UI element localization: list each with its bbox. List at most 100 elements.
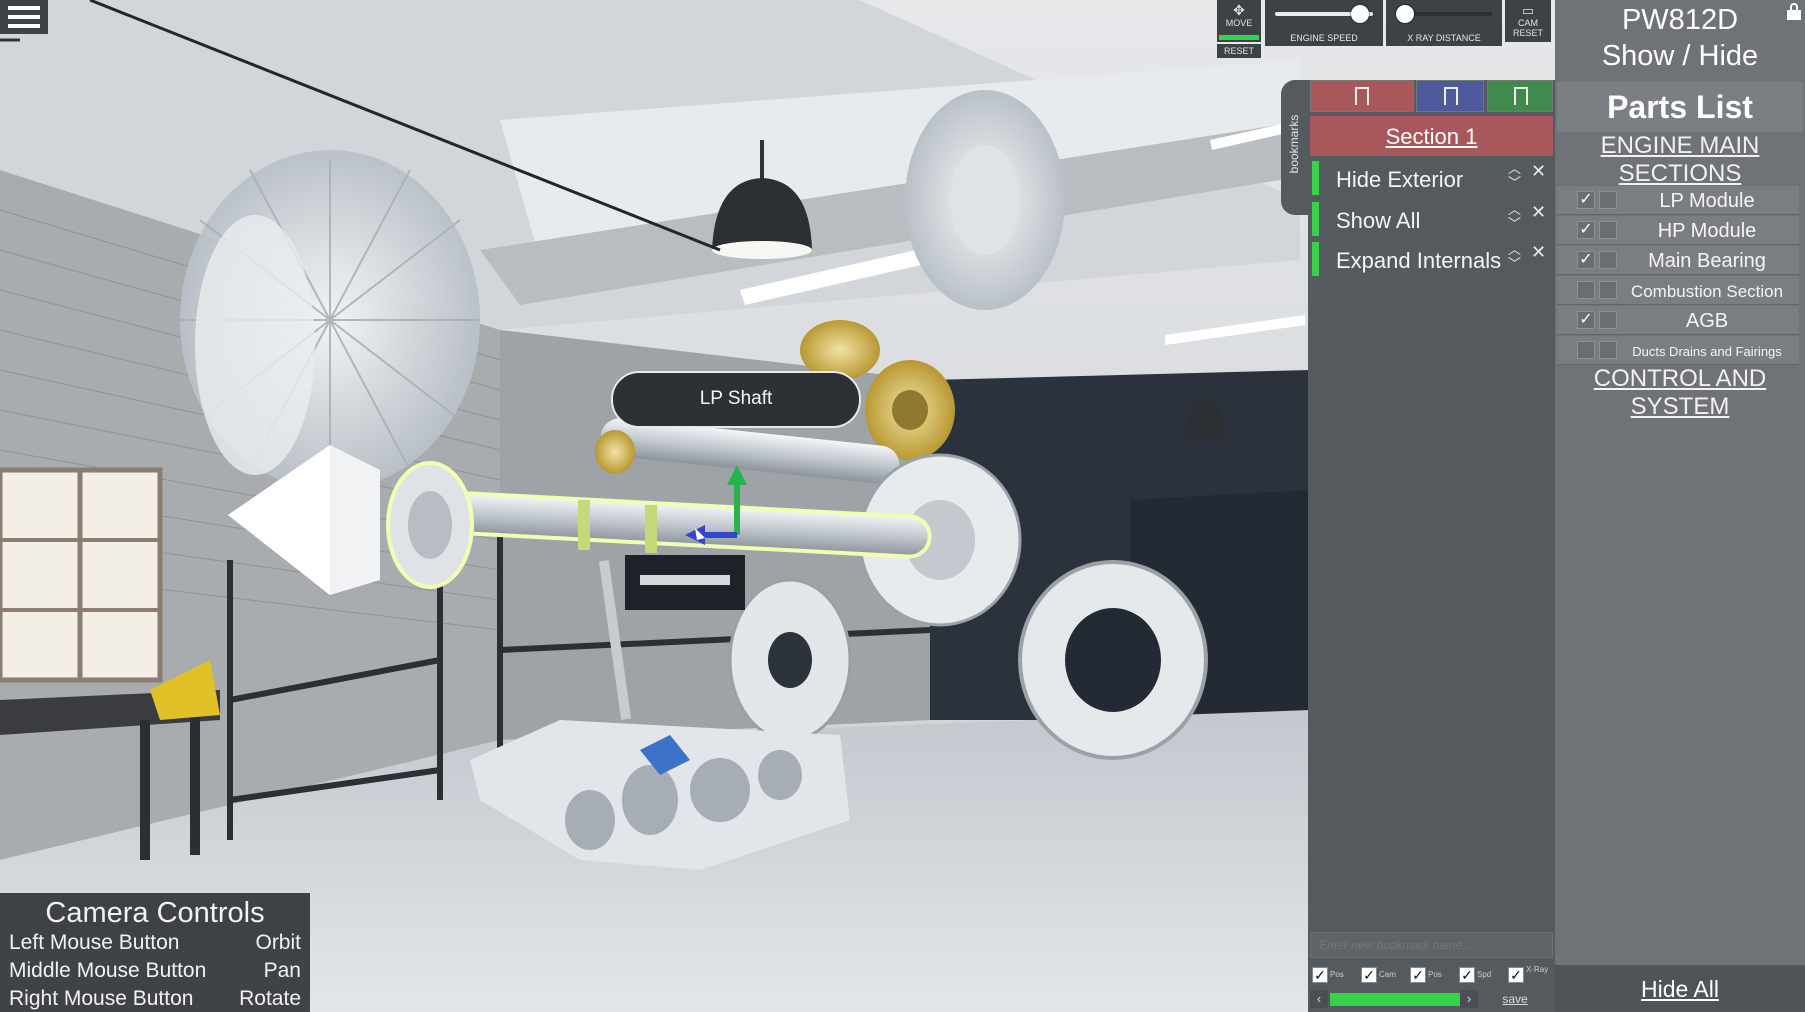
bookmark-prev-button[interactable]: ‹ xyxy=(1310,990,1328,1008)
option-cam-label: Cam xyxy=(1379,970,1396,979)
bookmark-item-label: Show All xyxy=(1336,208,1421,233)
camera-control-row: Right Mouse Button Rotate xyxy=(9,987,301,1011)
bookmark-item-indicator xyxy=(1312,161,1319,195)
bookmarks-side-label: bookmarks xyxy=(1287,114,1301,174)
reorder-arrows-icon[interactable]: ︿ ﹀ xyxy=(1508,203,1521,231)
camera-control-row: Left Mouse Button Orbit xyxy=(9,931,301,955)
camera-action-label: Pan xyxy=(263,959,301,982)
reorder-arrows-icon[interactable]: ︿ ﹀ xyxy=(1508,162,1521,190)
part-row[interactable]: Combustion Section xyxy=(1557,276,1799,305)
bookmark-next-button[interactable]: › xyxy=(1460,990,1478,1008)
move-active-bar xyxy=(1219,35,1259,40)
option-pos-checkbox[interactable]: ✓ xyxy=(1312,967,1328,983)
cam-reset-label: CAM RESET xyxy=(1512,18,1543,38)
option-pos2-checkbox[interactable]: ✓ xyxy=(1410,967,1426,983)
mouse-button-label: Left Mouse Button xyxy=(9,931,180,954)
move-label: MOVE xyxy=(1225,18,1253,28)
xray-distance-knob[interactable] xyxy=(1396,5,1414,23)
part-visible-checkbox[interactable]: ✓ xyxy=(1577,191,1595,209)
part-visible-checkbox[interactable] xyxy=(1577,341,1595,359)
parts-list-header: Parts List xyxy=(1557,82,1803,132)
parts-list-title: Parts List xyxy=(1607,89,1753,125)
bookmark-icon xyxy=(1444,87,1458,105)
camera-action-label: Orbit xyxy=(255,931,301,954)
engine-speed-knob[interactable] xyxy=(1351,5,1369,23)
model-name: PW812D xyxy=(1621,4,1739,36)
bookmark-item-label: Expand Internals xyxy=(1336,248,1502,273)
part-label: AGB xyxy=(1685,310,1729,332)
part-visible-checkbox[interactable]: ✓ xyxy=(1577,251,1595,269)
camera-controls-panel: Camera Controls Left Mouse Button Orbit … xyxy=(0,893,310,1012)
bookmark-icon xyxy=(1355,87,1369,105)
hide-all-bar: Hide All xyxy=(1555,965,1805,1012)
part-row[interactable]: ✓ HP Module xyxy=(1557,216,1799,245)
engine-speed-label: ENGINE SPEED xyxy=(1290,33,1358,43)
part-xray-checkbox[interactable] xyxy=(1599,251,1617,269)
move-button[interactable]: ✥ MOVE xyxy=(1217,0,1261,42)
option-pos2-label: Pos xyxy=(1428,970,1442,979)
bookmark-tab-blue[interactable] xyxy=(1416,80,1484,112)
bookmark-tab-green[interactable] xyxy=(1487,80,1553,112)
bookmark-icon xyxy=(1514,87,1528,105)
hamburger-icon xyxy=(8,6,40,28)
bookmarks-side-tab[interactable]: bookmarks xyxy=(1281,80,1309,215)
part-tooltip: LP Shaft xyxy=(611,371,861,428)
mouse-button-label: Right Mouse Button xyxy=(9,987,194,1010)
part-row[interactable]: ✓ AGB xyxy=(1557,306,1799,335)
part-label: Ducts Drains and Fairings xyxy=(1632,344,1782,359)
part-xray-checkbox[interactable] xyxy=(1599,281,1617,299)
part-visible-checkbox[interactable] xyxy=(1577,281,1595,299)
section-title: Section 1 xyxy=(1385,124,1478,149)
part-label: LP Module xyxy=(1659,190,1755,212)
delete-bookmark-icon[interactable]: ✕ xyxy=(1531,202,1546,223)
option-spd-checkbox[interactable]: ✓ xyxy=(1459,967,1475,983)
part-visible-checkbox[interactable]: ✓ xyxy=(1577,221,1595,239)
option-pos-label: Pos xyxy=(1330,970,1344,979)
control-and-system-link[interactable]: CONTROL AND SYSTEM xyxy=(1555,365,1805,421)
reorder-arrows-icon[interactable]: ︿ ﹀ xyxy=(1508,243,1521,271)
delete-bookmark-icon[interactable]: ✕ xyxy=(1531,161,1546,182)
bookmark-item-label: Hide Exterior xyxy=(1336,167,1464,192)
new-bookmark-name-input[interactable] xyxy=(1310,932,1553,958)
part-xray-checkbox[interactable] xyxy=(1599,191,1617,209)
move-icon: ✥ xyxy=(1233,2,1245,18)
part-label: Main Bearing xyxy=(1648,250,1766,272)
camera-controls-title: Camera Controls xyxy=(45,897,265,929)
part-xray-checkbox[interactable] xyxy=(1599,341,1617,359)
hide-all-button[interactable]: Hide All xyxy=(1555,976,1805,1003)
option-spd-label: Spd xyxy=(1477,970,1492,979)
part-xray-checkbox[interactable] xyxy=(1599,311,1617,329)
part-row[interactable]: ✓ LP Module xyxy=(1557,186,1799,215)
reset-label: RESET xyxy=(1223,46,1254,56)
engine-speed-slider[interactable]: ENGINE SPEED xyxy=(1265,0,1383,46)
parts-list-panel: PW812D Show / Hide Parts List ENGINE MAI… xyxy=(1555,0,1805,1012)
save-bookmark-button[interactable]: save xyxy=(1486,988,1544,1010)
option-cam-checkbox[interactable]: ✓ xyxy=(1361,967,1377,983)
bookmark-item[interactable]: Hide Exterior ︿ ﹀ ✕ xyxy=(1312,161,1552,195)
xray-distance-label: X RAY DISTANCE xyxy=(1407,33,1481,43)
cam-reset-button[interactable]: ▭ CAM RESET xyxy=(1505,0,1551,42)
bookmark-tab-red[interactable] xyxy=(1310,80,1414,112)
section-title-bar[interactable]: Section 1 xyxy=(1310,116,1553,156)
option-xray-checkbox[interactable]: ✓ xyxy=(1508,967,1524,983)
part-visible-checkbox[interactable]: ✓ xyxy=(1577,311,1595,329)
reset-button[interactable]: RESET xyxy=(1217,44,1261,58)
mouse-button-label: Middle Mouse Button xyxy=(9,959,207,982)
show-hide-title: Show / Hide xyxy=(1601,40,1759,72)
save-bookmark-label: save xyxy=(1502,992,1528,1006)
part-row[interactable]: ✓ Main Bearing xyxy=(1557,246,1799,275)
part-row[interactable]: Ducts Drains and Fairings xyxy=(1557,336,1799,365)
engine-main-sections-link[interactable]: ENGINE MAIN SECTIONS xyxy=(1555,132,1805,188)
part-xray-checkbox[interactable] xyxy=(1599,221,1617,239)
bookmark-item-indicator xyxy=(1312,242,1319,276)
xray-distance-slider[interactable]: X RAY DISTANCE xyxy=(1386,0,1502,46)
delete-bookmark-icon[interactable]: ✕ xyxy=(1531,242,1546,263)
bookmark-progress-bar xyxy=(1330,993,1460,1006)
menu-button[interactable] xyxy=(0,0,48,34)
bookmark-item[interactable]: Show All ︿ ﹀ ✕ xyxy=(1312,202,1552,236)
part-tooltip-label: LP Shaft xyxy=(699,388,773,409)
option-xray-label: X-Ray xyxy=(1526,965,1549,974)
camera-action-label: Rotate xyxy=(239,987,301,1010)
camera-control-row: Middle Mouse Button Pan xyxy=(9,959,301,983)
bookmark-item[interactable]: Expand Internals ︿ ﹀ ✕ xyxy=(1312,242,1552,276)
